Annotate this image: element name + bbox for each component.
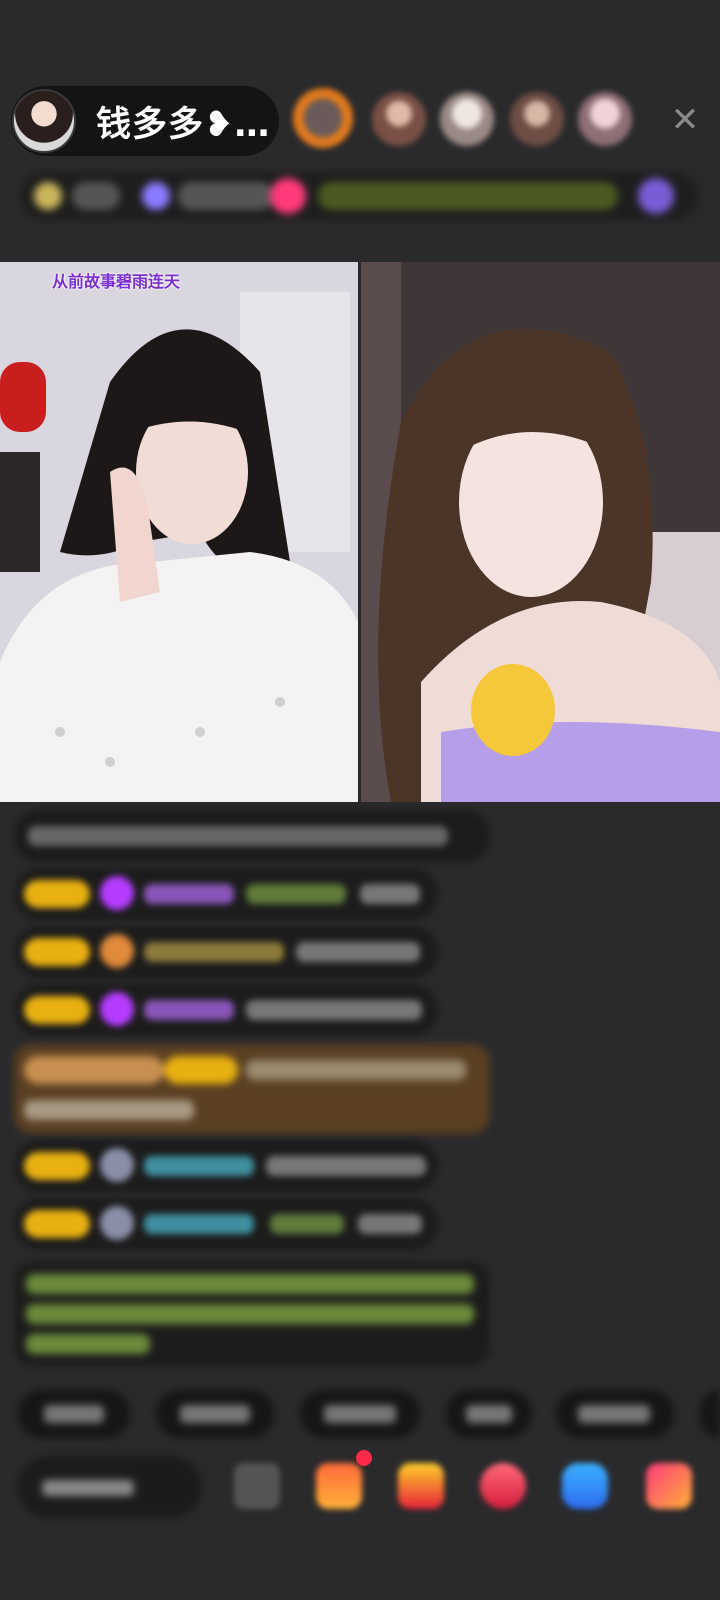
quick-reply-chip-4[interactable] (446, 1390, 532, 1438)
close-icon[interactable]: ✕ (668, 103, 702, 137)
system-message[interactable] (14, 1044, 490, 1134)
quick-reply-chip-2[interactable] (156, 1390, 274, 1438)
announcement-message[interactable] (14, 1262, 490, 1366)
chat-input[interactable] (18, 1456, 202, 1518)
room-info-bar[interactable] (20, 172, 698, 220)
top-viewer-avatar-3[interactable] (440, 92, 494, 146)
emoji-icon[interactable] (234, 1463, 280, 1509)
video-panel-left[interactable]: 从前故事碧雨连天 (0, 262, 358, 802)
heart-gift-icon[interactable] (480, 1463, 526, 1509)
quick-reply-chip-5[interactable] (556, 1390, 674, 1438)
gift-box-icon[interactable] (316, 1463, 362, 1509)
chat-message-1[interactable] (14, 810, 490, 862)
top-viewer-avatar-2[interactable] (372, 92, 426, 146)
streamer-left-illustration (0, 262, 358, 802)
quick-reply-chip-1[interactable] (18, 1390, 130, 1438)
streamer-right-illustration (361, 262, 720, 802)
more-apps-icon[interactable] (646, 1463, 692, 1509)
video-panel-right[interactable] (361, 262, 720, 802)
chat-message-2[interactable] (14, 868, 438, 920)
chat-message-3[interactable] (14, 926, 438, 978)
game-controller-icon[interactable] (562, 1463, 608, 1509)
chat-message-4[interactable] (14, 984, 438, 1036)
red-envelope-icon[interactable] (398, 1463, 444, 1509)
top-viewer-avatar-4[interactable] (510, 92, 564, 146)
notification-dot (356, 1450, 372, 1466)
top-viewer-avatar-5[interactable] (578, 92, 632, 146)
stream-overlay-title: 从前故事碧雨连天 (52, 272, 181, 291)
quick-reply-chip-3[interactable] (300, 1390, 420, 1438)
top-viewer-avatar-1[interactable] (293, 88, 353, 148)
host-name: 钱多多❥… (96, 104, 271, 145)
host-avatar[interactable] (12, 89, 76, 153)
quick-reply-chip-6[interactable] (700, 1390, 720, 1438)
chat-message-6[interactable] (14, 1198, 438, 1250)
chat-message-5[interactable] (14, 1140, 438, 1192)
host-info-pill[interactable]: 钱多多❥… (11, 86, 279, 156)
